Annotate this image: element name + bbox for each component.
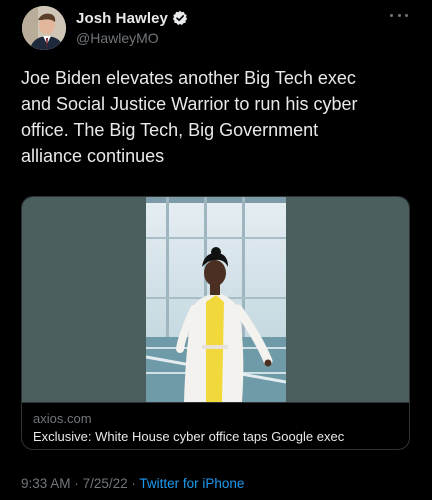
tweet-source-link[interactable]: Twitter for iPhone [139,476,244,491]
card-title: Exclusive: White House cyber office taps… [33,429,345,444]
author-name-row: Josh Hawley [76,8,188,28]
avatar-image [22,6,66,50]
card-info: axios.com Exclusive: White House cyber o… [22,402,409,449]
card-domain: axios.com [33,411,92,426]
link-card[interactable]: axios.com Exclusive: White House cyber o… [21,196,410,450]
author-display-name[interactable]: Josh Hawley [76,10,168,27]
tweet-time[interactable]: 9:33 AM [21,476,71,491]
more-options-icon[interactable] [390,10,408,20]
verified-badge-icon [172,10,188,26]
meta-separator: · [74,476,79,491]
card-photo [146,197,286,402]
author-info: Josh Hawley @HawleyMO [76,8,188,46]
tweet-text: Joe Biden elevates another Big Tech exec… [21,68,358,166]
author-handle[interactable]: @HawleyMO [76,30,188,46]
card-media [22,197,409,402]
avatar[interactable] [22,6,66,50]
meta-separator: · [131,476,136,491]
tweet-meta: 9:33 AM · 7/25/22 · Twitter for iPhone [21,476,244,491]
tweet-date[interactable]: 7/25/22 [83,476,128,491]
tweet: Josh Hawley @HawleyMO Joe Biden elevates… [0,0,432,500]
